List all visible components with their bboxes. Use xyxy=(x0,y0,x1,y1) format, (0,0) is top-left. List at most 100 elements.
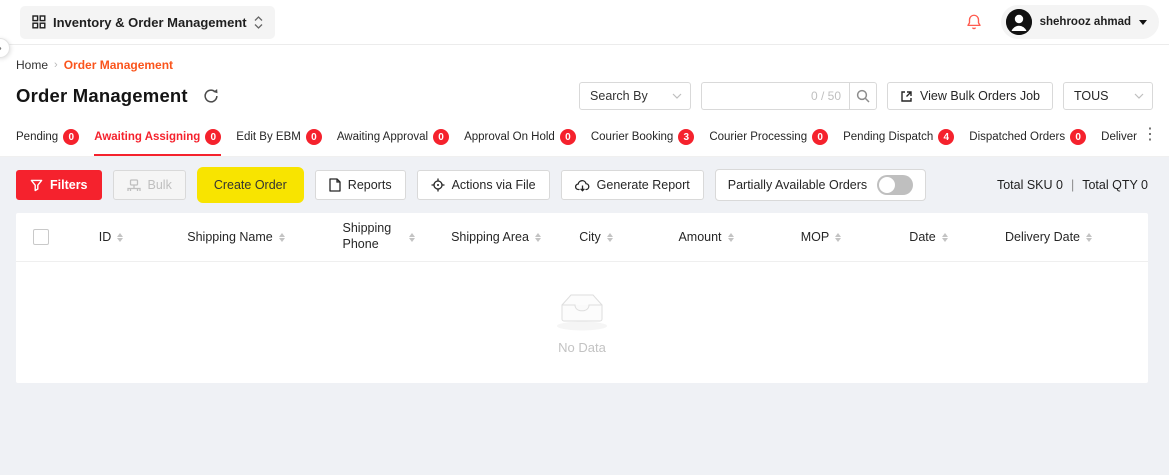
toggle-knob xyxy=(879,177,895,193)
tab-badge: 4 xyxy=(938,129,954,145)
breadcrumb-home[interactable]: Home xyxy=(16,58,48,72)
column-header-city[interactable]: City xyxy=(551,230,641,244)
view-bulk-orders-label: View Bulk Orders Job xyxy=(920,89,1040,103)
bulk-label: Bulk xyxy=(148,178,172,192)
orders-table: ID Shipping Name Shipping Phone Shipping… xyxy=(16,213,1148,383)
cloud-download-icon xyxy=(575,179,590,192)
report-file-icon xyxy=(329,178,341,192)
sort-icon xyxy=(942,233,948,242)
chevron-down-icon xyxy=(1134,93,1144,99)
tab-edit-by-ebm[interactable]: Edit By EBM0 xyxy=(236,129,322,156)
tab-pending[interactable]: Pending0 xyxy=(16,129,79,156)
user-caret-icon xyxy=(1139,20,1147,25)
column-header-amount[interactable]: Amount xyxy=(641,230,771,244)
sort-icon xyxy=(535,233,541,242)
content-area: Filters Bulk Create Order Re xyxy=(0,157,1169,475)
tab-courier-booking[interactable]: Courier Booking3 xyxy=(591,129,694,156)
user-menu[interactable]: shehrooz ahmad xyxy=(1001,5,1159,39)
column-header-shipping-name[interactable]: Shipping Name xyxy=(156,230,316,244)
tab-pending-dispatch[interactable]: Pending Dispatch4 xyxy=(843,129,954,156)
refresh-icon[interactable] xyxy=(202,87,220,105)
tab-delivered-orders[interactable]: Delivered Orders xyxy=(1101,129,1137,156)
tab-approval-on-hold[interactable]: Approval On Hold0 xyxy=(464,129,576,156)
view-bulk-orders-button[interactable]: View Bulk Orders Job xyxy=(887,82,1053,110)
breadcrumb-current[interactable]: Order Management xyxy=(64,58,173,72)
tab-badge: 0 xyxy=(433,129,449,145)
toolbar: Filters Bulk Create Order Re xyxy=(16,169,1148,201)
reports-button[interactable]: Reports xyxy=(315,170,406,200)
user-name: shehrooz ahmad xyxy=(1040,16,1131,28)
search-cluster: Search By 0 / 50 xyxy=(579,82,1153,110)
total-qty: Total QTY 0 xyxy=(1082,178,1148,192)
order-management-screen: Inventory & Order Management she xyxy=(0,0,1169,475)
filters-button[interactable]: Filters xyxy=(16,170,102,200)
store-select[interactable]: TOUS xyxy=(1063,82,1153,110)
partially-available-card: Partially Available Orders xyxy=(715,169,926,201)
column-header-id[interactable]: ID xyxy=(66,230,156,244)
column-header-shipping-area[interactable]: Shipping Area xyxy=(441,230,551,244)
create-order-label: Create Order xyxy=(214,178,287,192)
tab-badge: 0 xyxy=(205,129,221,145)
more-tabs-icon[interactable]: ⋮ xyxy=(1137,124,1163,156)
partially-available-label: Partially Available Orders xyxy=(728,178,867,192)
notification-bell-icon[interactable] xyxy=(965,13,983,31)
column-header-date[interactable]: Date xyxy=(871,230,986,244)
status-tabs: Pending0 Awaiting Assigning0 Edit By EBM… xyxy=(0,110,1169,157)
page-head: Home › Order Management Order Management… xyxy=(0,45,1169,157)
header-right: shehrooz ahmad xyxy=(965,5,1159,39)
expand-chevrons-icon xyxy=(254,16,263,29)
chevron-down-icon xyxy=(672,93,682,99)
tab-courier-processing[interactable]: Courier Processing0 xyxy=(709,129,828,156)
actions-via-file-label: Actions via File xyxy=(452,178,536,192)
tab-badge: 0 xyxy=(1070,129,1086,145)
avatar xyxy=(1006,9,1032,35)
search-input[interactable]: 0 / 50 xyxy=(701,82,849,110)
sort-icon xyxy=(607,233,613,242)
no-data-label: No Data xyxy=(558,340,606,355)
tab-badge: 3 xyxy=(678,129,694,145)
column-header-delivery-date[interactable]: Delivery Date xyxy=(986,230,1111,244)
totals-divider: | xyxy=(1071,178,1074,192)
search-icon xyxy=(856,89,870,103)
tabs-scroll: Pending0 Awaiting Assigning0 Edit By EBM… xyxy=(16,129,1137,156)
app-header: Inventory & Order Management she xyxy=(0,0,1169,45)
char-counter: 0 / 50 xyxy=(811,89,841,103)
sort-icon xyxy=(117,233,123,242)
create-order-button[interactable]: Create Order xyxy=(200,170,301,200)
search-button[interactable] xyxy=(849,82,877,110)
empty-state: No Data xyxy=(16,262,1148,383)
search-by-value: Search By xyxy=(590,89,648,103)
total-sku: Total SKU 0 xyxy=(997,178,1063,192)
search-group: 0 / 50 xyxy=(701,82,877,110)
generate-report-button[interactable]: Generate Report xyxy=(561,170,704,200)
grid-apps-icon xyxy=(32,15,46,29)
bulk-button[interactable]: Bulk xyxy=(113,170,186,200)
tab-badge: 0 xyxy=(63,129,79,145)
table-header-row: ID Shipping Name Shipping Phone Shipping… xyxy=(16,213,1148,262)
tab-dispatched-orders[interactable]: Dispatched Orders0 xyxy=(969,129,1086,156)
tab-badge: 0 xyxy=(306,129,322,145)
select-all-checkbox[interactable] xyxy=(33,229,49,245)
breadcrumb: Home › Order Management xyxy=(0,45,1169,72)
app-switcher-label: Inventory & Order Management xyxy=(53,15,247,30)
partially-available-toggle[interactable] xyxy=(877,175,913,195)
bulk-icon xyxy=(127,179,141,192)
empty-box-icon xyxy=(550,291,614,332)
totals: Total SKU 0 | Total QTY 0 xyxy=(997,178,1148,192)
filters-label: Filters xyxy=(50,178,88,192)
column-header-shipping-phone[interactable]: Shipping Phone xyxy=(316,221,441,252)
sort-icon xyxy=(1086,233,1092,242)
app-switcher[interactable]: Inventory & Order Management xyxy=(20,6,275,39)
breadcrumb-separator: › xyxy=(54,59,58,71)
actions-via-file-button[interactable]: Actions via File xyxy=(417,170,550,200)
sort-icon xyxy=(409,233,415,242)
sort-icon xyxy=(279,233,285,242)
tab-awaiting-assigning[interactable]: Awaiting Assigning0 xyxy=(94,129,221,156)
search-by-select[interactable]: Search By xyxy=(579,82,691,110)
sort-icon xyxy=(835,233,841,242)
title-row: Order Management Search By 0 / 50 xyxy=(0,72,1169,110)
select-all-cell xyxy=(16,229,66,245)
tab-awaiting-approval[interactable]: Awaiting Approval0 xyxy=(337,129,449,156)
tab-badge: 0 xyxy=(812,129,828,145)
column-header-mop[interactable]: MOP xyxy=(771,230,871,244)
